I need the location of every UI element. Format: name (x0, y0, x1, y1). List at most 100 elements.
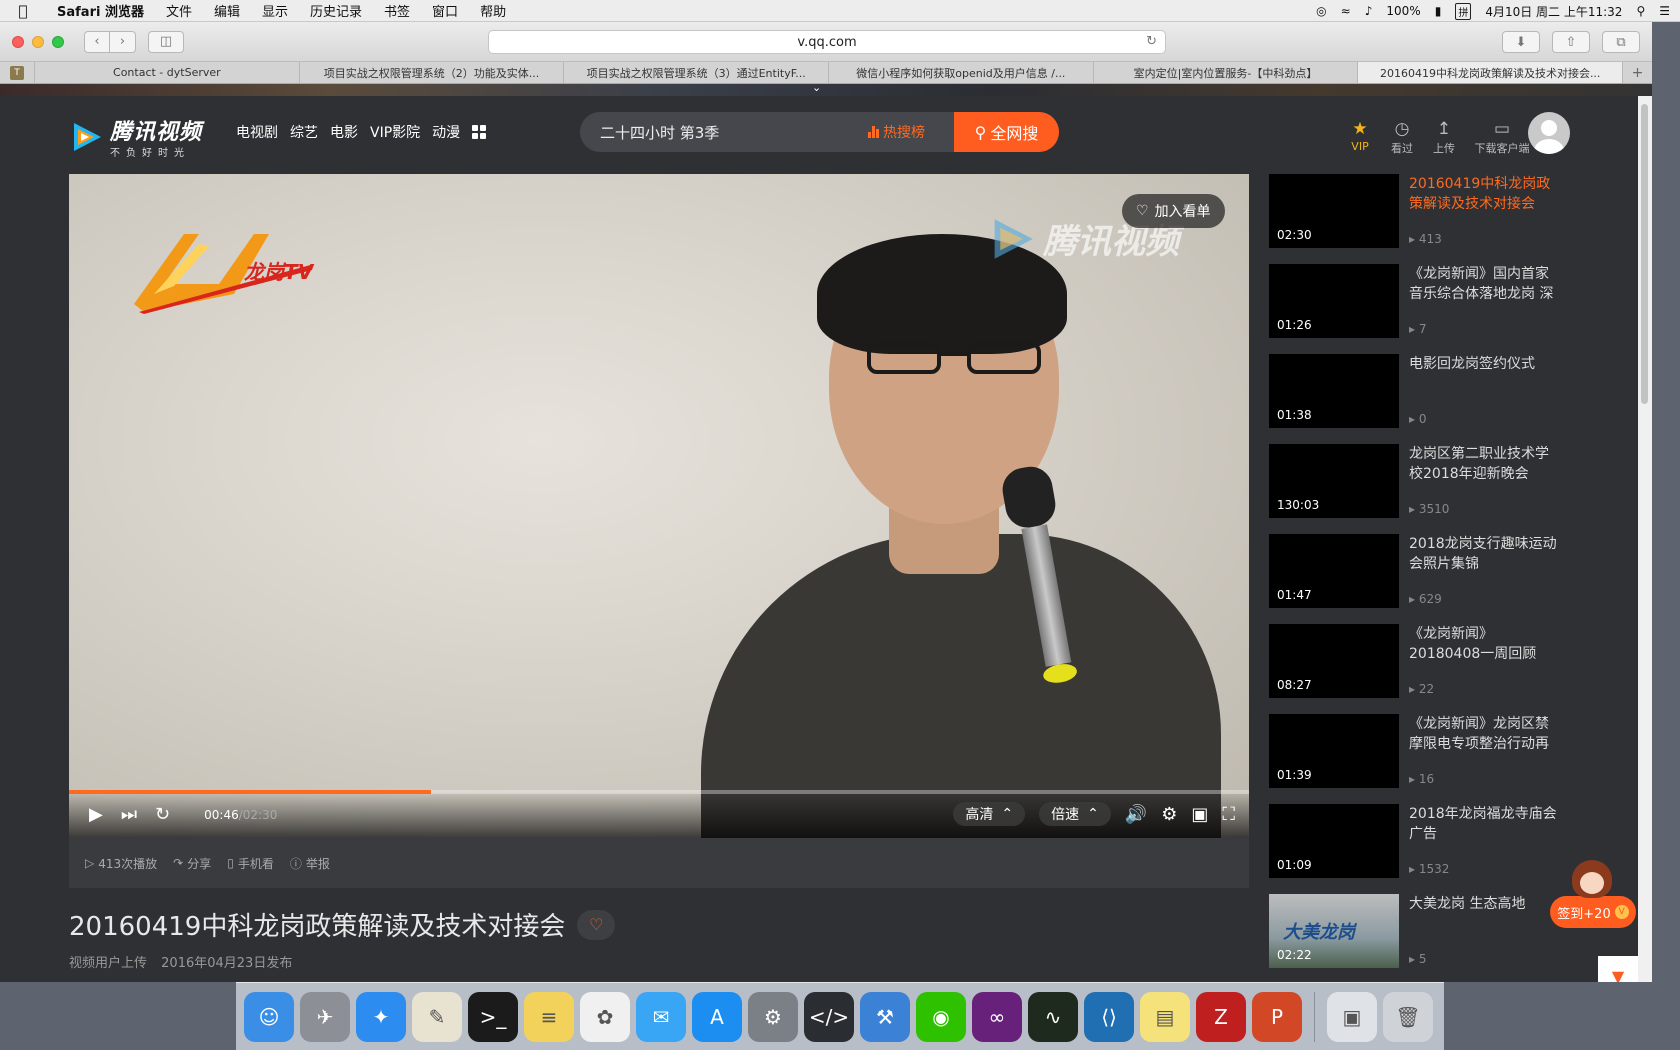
wechat-icon[interactable]: ◉ (916, 991, 966, 1042)
widescreen-icon[interactable]: ▣ (1191, 804, 1208, 825)
launchpad-icon[interactable]: ✈ (300, 991, 350, 1042)
playlist-item[interactable]: 02:30 20160419中科龙岗政策解读及技术对接会 ▸ 413 (1269, 174, 1569, 264)
minimize-window-button[interactable] (32, 35, 44, 48)
menu-bookmarks[interactable]: 书签 (373, 1, 421, 20)
fullscreen-icon[interactable]: ⛶ (1222, 804, 1235, 825)
filezilla-icon[interactable]: Z (1196, 991, 1246, 1042)
menu-view[interactable]: 显示 (251, 1, 299, 20)
speed-selector[interactable]: 倍速 ⌃ (1039, 802, 1111, 826)
messages-icon[interactable]: ✉ (636, 991, 686, 1042)
textedit-icon[interactable]: ✎ (412, 991, 462, 1042)
share-button[interactable]: ⇧ (1552, 31, 1590, 53)
more-channels-icon[interactable] (472, 125, 487, 139)
history-link[interactable]: ◷ 看过 (1388, 118, 1416, 156)
playlist-item[interactable]: 130:03 龙岗区第二职业技术学校2018年迎新晚会 ▸ 3510 (1269, 444, 1569, 534)
nav-vip-cinema[interactable]: VIP影院 (370, 122, 420, 142)
powerpoint-icon[interactable]: P (1252, 991, 1302, 1042)
forward-button[interactable]: › (110, 30, 136, 53)
tabs-overview-button[interactable]: ⧉ (1602, 31, 1640, 53)
notes-icon[interactable]: ≡ (524, 991, 574, 1042)
playlist-thumbnail[interactable]: 01:26 (1269, 264, 1399, 338)
terminal-icon[interactable]: >_ (468, 991, 518, 1042)
code-editor-icon[interactable]: </> (804, 991, 854, 1042)
zoom-window-button[interactable] (52, 35, 64, 48)
sidebar-toggle-button[interactable]: ◫ (148, 30, 184, 53)
playlist-item[interactable]: 01:26 《龙岗新闻》国内首家音乐综合体落地龙岗 深 ▸ 7 (1269, 264, 1569, 354)
app-store-icon[interactable]: A (692, 991, 742, 1042)
pinned-tab[interactable]: T (0, 62, 34, 83)
volume-icon[interactable]: ♪ (1365, 4, 1373, 18)
add-watchlist-button[interactable]: ♡ 加入看单 (1122, 194, 1225, 228)
menu-edit[interactable]: 编辑 (203, 1, 251, 20)
close-window-button[interactable] (12, 35, 24, 48)
tab-1[interactable]: Contact - dytServer (34, 62, 299, 83)
vip-circle-icon[interactable]: ▼ (1612, 967, 1624, 982)
visual-studio-icon[interactable]: ∞ (972, 991, 1022, 1042)
video-frame[interactable]: 龙岗TV 腾讯视频 (69, 174, 1249, 838)
tab-5[interactable]: 室内定位|室内位置服务-【中科劲点】 (1092, 62, 1358, 83)
playlist-item[interactable]: 大美龙岗 02:22 大美龙岗 生态高地 ▸ 5 (1269, 894, 1569, 982)
scrollbar-thumb[interactable] (1641, 104, 1648, 404)
menu-window[interactable]: 窗口 (421, 1, 469, 20)
volume-icon[interactable]: 🔊 (1125, 804, 1147, 825)
photos-icon[interactable]: ✿ (580, 991, 630, 1042)
trash-icon[interactable]: 🗑 (1383, 991, 1433, 1042)
menu-app-name[interactable]: Safari 浏览器 (46, 1, 155, 20)
tab-4[interactable]: 微信小程序如何获取openid及用户信息 /... (828, 62, 1093, 83)
tab-6-active[interactable]: 20160419中科龙岗政策解读及技术对接会... (1357, 62, 1623, 83)
playlist-thumbnail[interactable]: 01:38 (1269, 354, 1399, 428)
uploader[interactable]: 视频用户上传 (69, 956, 147, 971)
page-scrollbar[interactable] (1638, 96, 1652, 982)
system-preferences-icon[interactable]: ⚙ (748, 991, 798, 1042)
notification-center-icon[interactable]: ☰ (1659, 4, 1670, 18)
stickies-icon[interactable]: ▤ (1140, 991, 1190, 1042)
chevron-down-icon[interactable]: ⌄ (812, 81, 821, 94)
new-tab-button[interactable]: + (1622, 62, 1652, 83)
playlist-thumbnail[interactable]: 01:39 (1269, 714, 1399, 788)
sign-in-badge[interactable]: 签到+20 V (1550, 860, 1636, 928)
wifi-icon[interactable]: ≈ (1341, 4, 1351, 18)
nav-anime[interactable]: 动漫 (432, 122, 460, 142)
playlist-item[interactable]: 01:09 2018年龙岗福龙寺庙会广告 ▸ 1532 (1269, 804, 1569, 894)
playlist-thumbnail[interactable]: 大美龙岗 02:22 (1269, 894, 1399, 968)
avatar[interactable] (1528, 112, 1570, 154)
nav-tv[interactable]: 电视剧 (236, 122, 278, 142)
menubar-clock[interactable]: 4月10日 周二 上午11:32 (1485, 3, 1622, 20)
search-input[interactable] (580, 123, 860, 141)
vscode-icon[interactable]: ⟨⟩ (1084, 991, 1134, 1042)
back-button[interactable]: ‹ (84, 30, 110, 53)
playlist-thumbnail[interactable]: 01:47 (1269, 534, 1399, 608)
playlist-thumbnail[interactable]: 08:27 (1269, 624, 1399, 698)
spotlight-icon[interactable]: ⚲ (1636, 4, 1645, 18)
playlist-title[interactable]: 2018年龙岗福龙寺庙会广告 (1409, 804, 1559, 844)
playlist-title[interactable]: 《龙岗新闻》龙岗区禁摩限电专项整治行动再 (1409, 714, 1559, 754)
playlist-item[interactable]: 08:27 《龙岗新闻》20180408一周回顾 ▸ 22 (1269, 624, 1569, 714)
playlist-title[interactable]: 龙岗区第二职业技术学校2018年迎新晚会 (1409, 444, 1559, 484)
playlist-title[interactable]: 2018龙岗支行趣味运动会照片集锦 (1409, 534, 1559, 574)
vip-link[interactable]: ★ VIP (1346, 118, 1374, 156)
preview-icon[interactable]: ▣ (1327, 991, 1377, 1042)
progress-bar[interactable] (69, 790, 1249, 794)
playlist-title[interactable]: 大美龙岗 生态高地 (1409, 894, 1559, 914)
reload-icon[interactable]: ↻ (1146, 34, 1157, 49)
quality-selector[interactable]: 高清 ⌃ (953, 802, 1026, 826)
address-bar[interactable]: v.qq.com ↻ (488, 30, 1166, 54)
apple-icon[interactable]:  (0, 2, 46, 20)
wechat-status-icon[interactable]: ◎ (1316, 4, 1326, 18)
playlist-title[interactable]: 《龙岗新闻》国内首家音乐综合体落地龙岗 深 (1409, 264, 1559, 304)
tab-3[interactable]: 项目实战之权限管理系统（3）通过EntityF... (563, 62, 828, 83)
upload-link[interactable]: ↥ 上传 (1430, 118, 1458, 156)
menu-history[interactable]: 历史记录 (299, 1, 373, 20)
download-client-link[interactable]: ▭ 下载客户端 (1472, 118, 1532, 156)
downloads-button[interactable]: ⬇ (1502, 31, 1540, 53)
video-player[interactable]: 龙岗TV 腾讯视频 ♡ 加入看单 ▶ ⏭ ↻ 00:46/02:30 高清 ⌃ … (69, 174, 1249, 838)
battery-icon[interactable]: ▮ (1435, 4, 1442, 18)
report-link[interactable]: ⓘ 举报 (290, 855, 330, 872)
play-icon[interactable]: ▶ (89, 804, 103, 825)
next-icon[interactable]: ⏭ (121, 804, 137, 825)
playlist-thumbnail[interactable]: 130:03 (1269, 444, 1399, 518)
site-logo[interactable]: 腾讯视频 不负好时光 (70, 114, 202, 159)
playlist-title[interactable]: 《龙岗新闻》20180408一周回顾 (1409, 624, 1559, 664)
playlist-item[interactable]: 01:47 2018龙岗支行趣味运动会照片集锦 ▸ 629 (1269, 534, 1569, 624)
playlist-item[interactable]: 01:38 电影回龙岗签约仪式 ▸ 0 (1269, 354, 1569, 444)
